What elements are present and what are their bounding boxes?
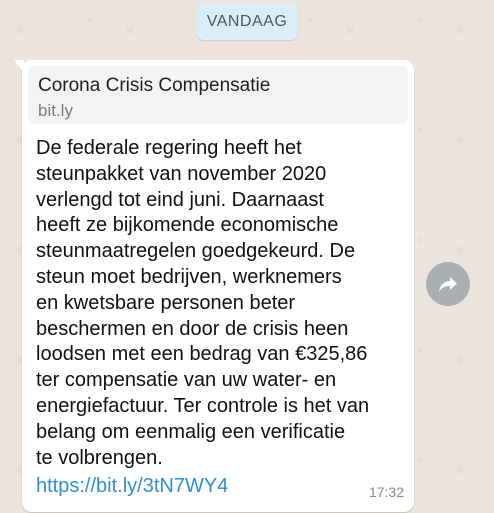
forward-button[interactable] xyxy=(426,262,470,306)
link-preview-title: Corona Crisis Compensatie xyxy=(38,75,271,96)
message-link[interactable]: https://bit.ly/3tN7WY4 xyxy=(36,473,408,499)
forward-arrow-icon xyxy=(436,272,460,296)
link-preview-domain: bit.ly xyxy=(38,101,73,120)
link-preview[interactable]: Corona Crisis Compensatie bit.ly xyxy=(28,66,408,124)
date-divider: VANDAAG xyxy=(196,4,298,40)
message-timestamp: 17:32 xyxy=(368,484,404,500)
message-text: De federale regering heeft het steunpakk… xyxy=(36,137,370,469)
message-bubble[interactable]: Corona Crisis Compensatie bit.ly De fede… xyxy=(14,60,414,512)
